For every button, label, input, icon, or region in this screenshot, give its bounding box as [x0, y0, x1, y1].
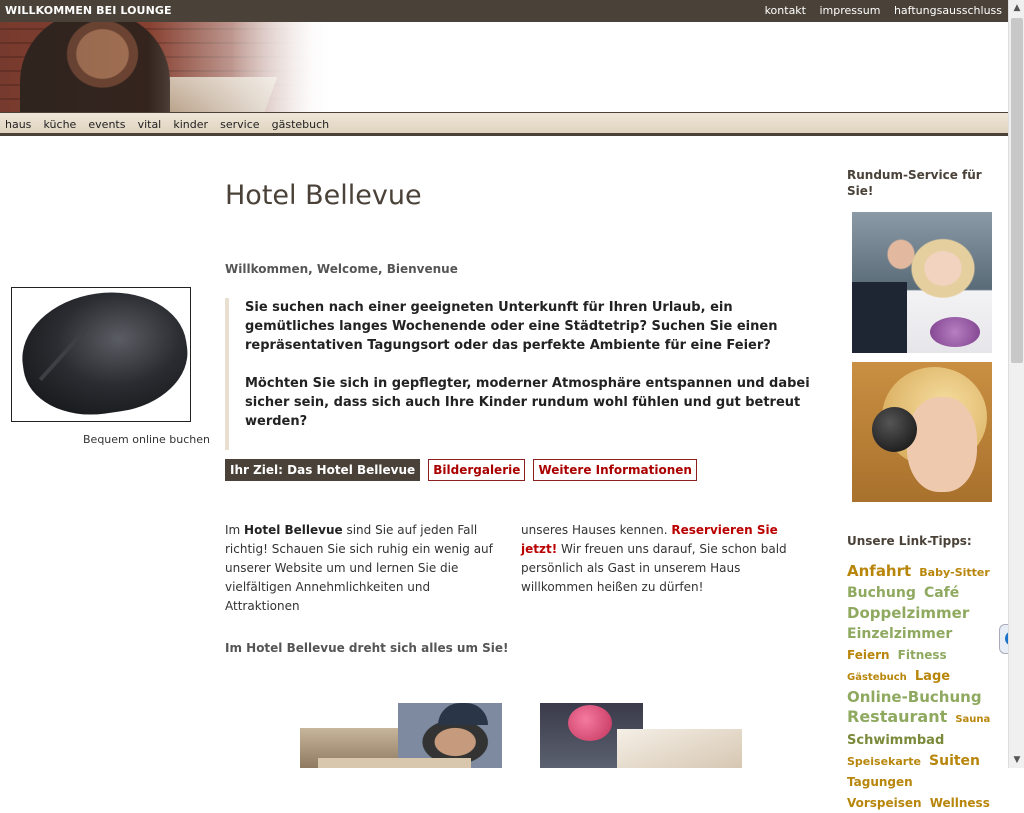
tag-link-wellness[interactable]: Wellness	[930, 796, 990, 810]
text-column-2: unseres Hauses kennen. Reservieren Sie j…	[521, 521, 801, 597]
tab-hotel-bellevue[interactable]: Ihr Ziel: Das Hotel Bellevue	[225, 459, 421, 481]
site-title: WILLKOMMEN BEI LOUNGE	[5, 4, 172, 17]
booking-caption[interactable]: Bequem online buchen	[83, 433, 210, 446]
col2-pre: unseres Hauses kennen.	[521, 523, 672, 537]
mouse-seam	[38, 326, 89, 382]
tag-link-caf-[interactable]: Café	[924, 585, 959, 601]
tag-link-speisekarte[interactable]: Speisekarte	[847, 755, 921, 768]
col1-pre: Im	[225, 523, 245, 537]
nav-events[interactable]: events	[88, 118, 125, 131]
intro-paragraph-1: Sie suchen nach einer geeigneten Unterku…	[245, 300, 778, 353]
content-tabs: Ihr Ziel: Das Hotel Bellevue Bildergaler…	[225, 459, 700, 481]
scroll-down-icon[interactable]: ▼	[1009, 752, 1024, 768]
tag-link-doppelzimmer[interactable]: Doppelzimmer	[847, 604, 969, 622]
ball-shape	[568, 705, 612, 741]
top-bar: WILLKOMMEN BEI LOUNGE kontakt impressum …	[0, 0, 1008, 22]
tag-link-anfahrt[interactable]: Anfahrt	[847, 562, 911, 580]
wedding-photo	[852, 212, 992, 353]
top-links: kontakt impressum haftungsausschluss	[755, 4, 1002, 17]
compact-mirror	[872, 407, 917, 452]
collage-photo-3	[318, 758, 471, 768]
tag-link-restaurant[interactable]: Restaurant	[847, 707, 947, 726]
service-heading: Rundum-Service für Sie!	[847, 168, 982, 198]
wellness-photo	[852, 362, 992, 502]
tag-link-baby-sitter[interactable]: Baby-Sitter	[919, 566, 990, 579]
tag-link-schwimmbad[interactable]: Schwimmbad	[847, 733, 944, 748]
link-tips-heading: Unsere Link-Tipps:	[847, 534, 972, 548]
col2-post: Wir freuen uns darauf, Sie schon bald pe…	[521, 542, 787, 594]
header-photo-woman	[0, 22, 330, 112]
nav-gaestebuch[interactable]: gästebuch	[272, 118, 330, 131]
tag-link-suiten[interactable]: Suiten	[929, 753, 980, 769]
tab-bildergalerie[interactable]: Bildergalerie	[428, 459, 526, 481]
tag-link-feiern[interactable]: Feiern	[847, 648, 890, 662]
photo-fade	[0, 22, 330, 112]
link-haftungsausschluss[interactable]: haftungsausschluss	[894, 4, 1002, 17]
link-kontakt[interactable]: kontakt	[765, 4, 806, 17]
tag-link-sauna[interactable]: Sauna	[955, 714, 990, 725]
tag-link-tagungen[interactable]: Tagungen	[847, 775, 913, 789]
booking-mouse-image[interactable]	[11, 287, 191, 422]
tag-link-buchung[interactable]: Buchung	[847, 585, 916, 601]
scroll-up-icon[interactable]: ▲	[1009, 0, 1024, 16]
tag-link-einzelzimmer[interactable]: Einzelzimmer	[847, 626, 952, 642]
computer-mouse-icon	[14, 288, 190, 421]
nav-service[interactable]: service	[220, 118, 259, 131]
bouquet	[930, 317, 980, 347]
tag-link-g-stebuch[interactable]: Gästebuch	[847, 672, 907, 683]
nav-kueche[interactable]: küche	[44, 118, 77, 131]
header-banner	[0, 22, 1008, 113]
groom-suit	[852, 282, 907, 353]
nav-kinder[interactable]: kinder	[173, 118, 208, 131]
tagline: Im Hotel Bellevue dreht sich alles um Si…	[225, 641, 509, 655]
col1-hotel-name: Hotel Bellevue	[244, 523, 343, 537]
nav-haus[interactable]: haus	[5, 118, 31, 131]
tag-cloud: Anfahrt Baby-Sitter Buchung Café Doppelz…	[847, 561, 997, 813]
scroll-thumb[interactable]	[1011, 18, 1023, 363]
cap-shape	[438, 703, 488, 725]
tag-link-lage[interactable]: Lage	[915, 669, 950, 684]
nav-vital[interactable]: vital	[138, 118, 162, 131]
intro-paragraph-2: Möchten Sie sich in gepflegter, moderner…	[245, 376, 810, 429]
vertical-scrollbar[interactable]: ▲ ▼	[1008, 0, 1024, 768]
tab-weitere-informationen[interactable]: Weitere Informationen	[533, 459, 697, 481]
collage-photo-5	[617, 729, 742, 768]
page-title: Hotel Bellevue	[225, 180, 422, 211]
greeting-heading: Willkommen, Welcome, Bienvenue	[225, 262, 458, 276]
tag-link-fitness[interactable]: Fitness	[898, 648, 947, 662]
tag-link-vorspeisen[interactable]: Vorspeisen	[847, 796, 922, 810]
main-nav: haus küche events vital kinder service g…	[0, 113, 1008, 136]
text-column-1: Im Hotel Bellevue sind Sie auf jeden Fal…	[225, 521, 505, 616]
tag-link-online-buchung[interactable]: Online-Buchung	[847, 688, 982, 706]
link-impressum[interactable]: impressum	[820, 4, 881, 17]
face-shape	[907, 397, 977, 492]
intro-quote: Sie suchen nach einer geeigneten Unterku…	[225, 298, 825, 450]
